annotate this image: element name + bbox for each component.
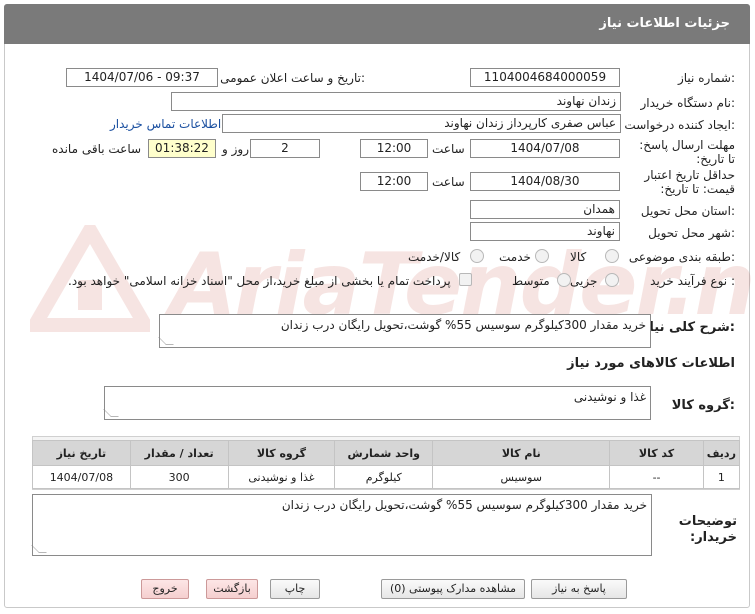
payment-note: پرداخت تمام یا بخشی از مبلغ خرید،از محل … (68, 274, 451, 288)
col-row-header: ردیف (702, 440, 741, 466)
validity-time-field: 12:00 (360, 172, 428, 191)
resize-grip-icon (103, 409, 119, 417)
days-field: 2 (250, 139, 320, 158)
col-unit-header: واحد شمارش (334, 440, 434, 466)
process-label: نوع فرآیند خرید : (650, 274, 735, 288)
category-radio-goods-service[interactable] (470, 249, 484, 263)
reply-time-label: ساعت (432, 142, 465, 156)
remaining-time-field: 01:38:22 (148, 139, 216, 158)
print-button[interactable]: چاپ (270, 579, 320, 599)
summary-text: خرید مقدار 300کیلوگرم سوسیس 55% گوشت،تحو… (280, 318, 646, 332)
items-table: ردیف کد کالا نام کالا واحد شمارش گروه کا… (32, 440, 741, 489)
table-row[interactable]: 1 -- سوسیس کیلوگرم غذا و نوشیدنی 300 140… (32, 465, 741, 489)
table-header-row: ردیف کد کالا نام کالا واحد شمارش گروه کا… (32, 440, 741, 466)
page-title: جزئیات اطلاعات نیاز (599, 16, 730, 31)
buyer-notes-label: توضیحات خریدار: (678, 514, 737, 545)
contact-info-link[interactable]: اطلاعات تماس خریدار (110, 117, 221, 131)
reply-date-field: 1404/07/08 (470, 139, 620, 158)
cell-date: 1404/07/08 (32, 465, 131, 489)
days-label: روز و (222, 142, 249, 156)
reply-time-field: 12:00 (360, 139, 428, 158)
summary-label: شرح کلی نیاز: (641, 320, 735, 335)
col-qty-header: تعداد / مقدار (129, 440, 229, 466)
col-date-header: تاریخ نیاز (32, 440, 131, 466)
buyer-org-field: زندان نهاوند (171, 92, 621, 111)
treasury-checkbox[interactable] (459, 273, 472, 286)
category-label: طبقه بندی موضوعی: (628, 250, 735, 264)
cell-row: 1 (702, 465, 741, 489)
page-header: جزئیات اطلاعات نیاز (4, 4, 750, 44)
province-field: همدان (470, 200, 620, 219)
cell-name: سوسیس (432, 465, 611, 489)
col-group-header: گروه کالا (227, 440, 336, 466)
col-code-header: کد کالا (609, 440, 704, 466)
buyer-notes-text: خرید مقدار 300کیلوگرم سوسیس 55% گوشت،تحو… (281, 498, 647, 512)
creator-field: عباس صفری کارپرداز زندان نهاوند (222, 114, 621, 133)
need-number-label: شماره نیاز: (677, 71, 735, 85)
city-field: نهاوند (470, 222, 620, 241)
resize-grip-icon (31, 545, 47, 553)
back-button[interactable]: بازگشت (206, 579, 258, 599)
buyer-notes-textarea[interactable]: خرید مقدار 300کیلوگرم سوسیس 55% گوشت،تحو… (31, 494, 652, 556)
reply-deadline-label: مهلت ارسال پاسخ: تا تاریخ: (639, 138, 735, 166)
goods-info-title: اطلاعات کالاهای مورد نیاز (567, 356, 735, 371)
goods-group-textarea[interactable]: غذا و نوشیدنی (103, 386, 651, 420)
validity-date-field: 1404/08/30 (470, 172, 620, 191)
view-docs-button[interactable]: مشاهده مدارک پیوستی (0) (381, 579, 525, 599)
remaining-label: ساعت باقی مانده (52, 142, 142, 156)
goods-group-text: غذا و نوشیدنی (573, 390, 646, 404)
resize-grip-icon (158, 337, 174, 345)
category-option-goods-service: کالا/خدمت (408, 250, 461, 264)
cell-code: -- (609, 465, 704, 489)
process-radio-minor[interactable] (605, 273, 619, 287)
process-option-medium: متوسط (512, 274, 550, 288)
need-number-field: 1104004684000059 (470, 68, 620, 87)
reply-button[interactable]: پاسخ به نیاز (531, 579, 627, 599)
creator-label: ایجاد کننده درخواست: (624, 118, 735, 132)
province-label: استان محل تحویل: (640, 204, 735, 218)
validity-time-label: ساعت (432, 175, 465, 189)
exit-button[interactable]: خروج (141, 579, 189, 599)
cell-group: غذا و نوشیدنی (227, 465, 336, 489)
goods-group-label: گروه کالا: (671, 398, 735, 413)
category-radio-goods[interactable] (605, 249, 619, 263)
category-option-service: خدمت (499, 250, 531, 264)
city-label: شهر محل تحویل: (648, 226, 735, 240)
buyer-org-label: نام دستگاه خریدار: (640, 96, 736, 110)
validity-label: حداقل تاریخ اعتبار قیمت: تا تاریخ: (644, 168, 735, 196)
category-option-goods: کالا (570, 250, 587, 264)
cell-unit: کیلوگرم (334, 465, 434, 489)
process-radio-medium[interactable] (557, 273, 571, 287)
announce-field: 1404/07/06 - 09:37 (66, 68, 218, 87)
cell-qty: 300 (129, 465, 229, 489)
category-radio-service[interactable] (535, 249, 549, 263)
announce-label: تاریخ و ساعت اعلان عمومی: (220, 71, 365, 85)
col-name-header: نام کالا (432, 440, 611, 466)
process-option-minor: جزیی (570, 274, 598, 288)
summary-textarea[interactable]: خرید مقدار 300کیلوگرم سوسیس 55% گوشت،تحو… (158, 314, 651, 348)
